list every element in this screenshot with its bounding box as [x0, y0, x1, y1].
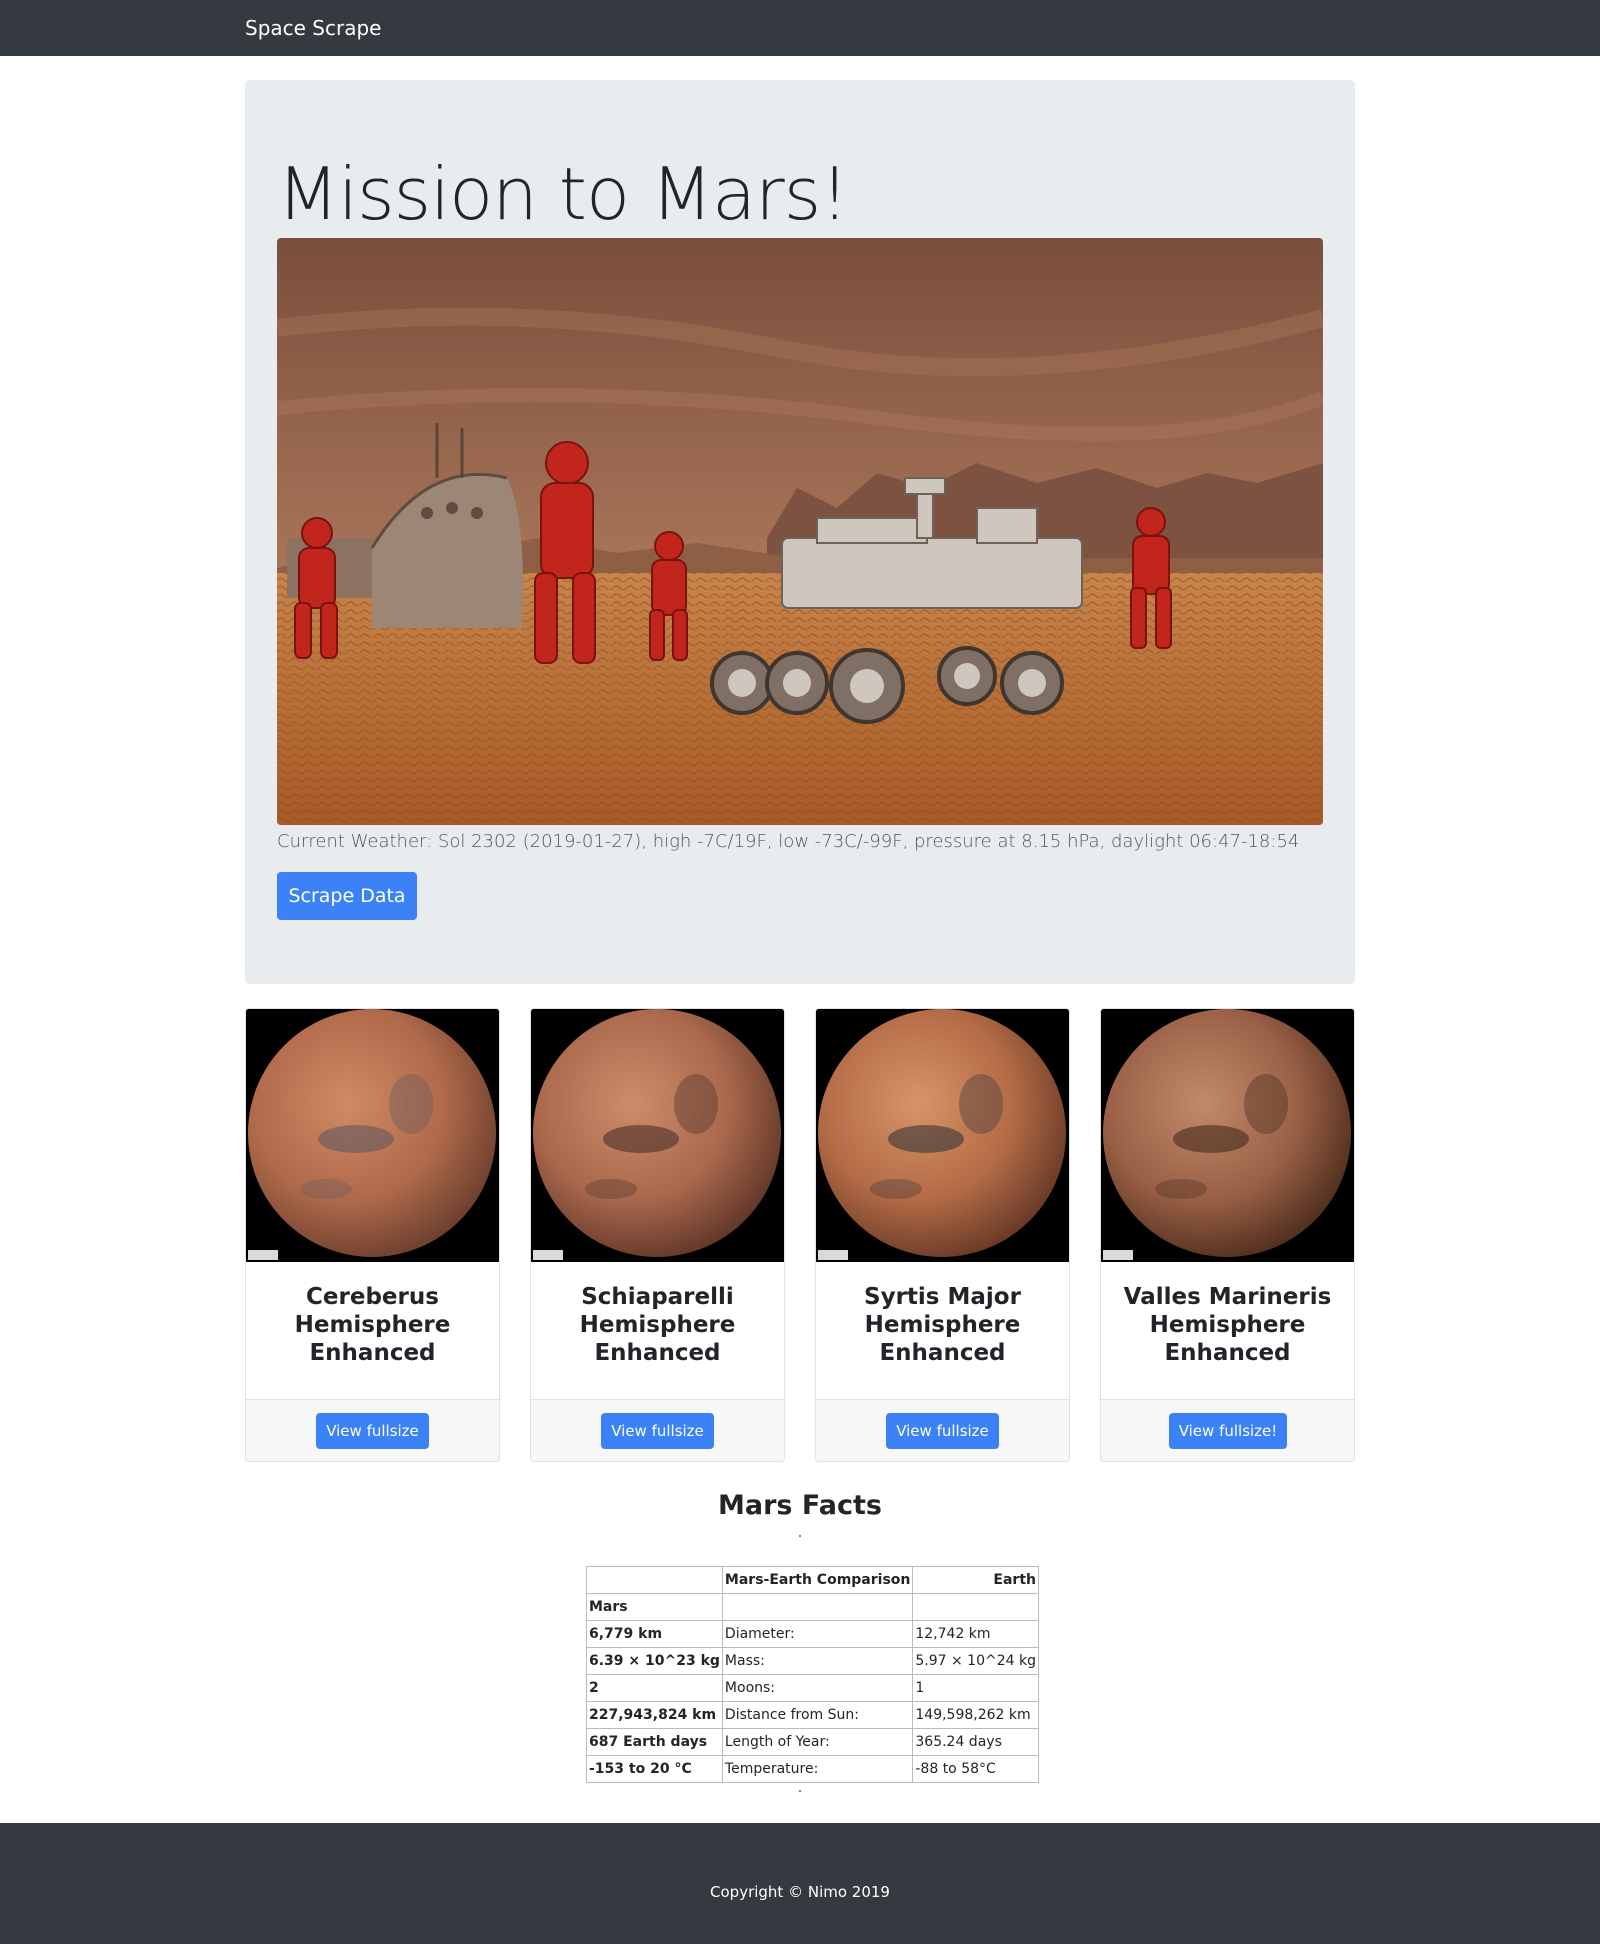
table-cell	[721, 1593, 914, 1621]
view-fullsize-button[interactable]: View fullsize	[316, 1413, 429, 1449]
scrape-data-button[interactable]: Scrape Data	[277, 872, 417, 920]
table-row: 227,943,824 km Distance from Sun: 149,59…	[586, 1701, 1039, 1729]
featured-image	[277, 238, 1323, 825]
table-header-cell: Mars-Earth Comparison	[721, 1566, 914, 1594]
table-row: 6.39 × 10^23 kg Mass: 5.97 × 10^24 kg	[586, 1647, 1039, 1675]
page-footer: Copyright © Nimo 2019	[0, 1823, 1600, 1944]
table-cell: 1	[912, 1674, 1039, 1702]
table-cell: Length of Year:	[721, 1728, 914, 1756]
table-cell: 2	[586, 1674, 723, 1702]
table-row: -153 to 20 °C Temperature: -88 to 58°C	[586, 1755, 1039, 1783]
hemisphere-image[interactable]	[1101, 1009, 1354, 1262]
hemisphere-title: Schiaparelli Hemisphere Enhanced	[579, 1284, 736, 1366]
jumbotron: Mission to Mars! Current Weather: Sol 23…	[245, 80, 1355, 984]
card-footer: View fullsize	[816, 1399, 1069, 1461]
view-fullsize-button[interactable]: View fullsize	[601, 1413, 714, 1449]
table-row: 6,779 km Diameter: 12,742 km	[586, 1620, 1039, 1648]
card-footer: View fullsize!	[1101, 1399, 1354, 1461]
table-cell	[912, 1593, 1039, 1621]
table-cell: Distance from Sun:	[721, 1701, 914, 1729]
mars-scene-illustration	[277, 238, 1323, 825]
mars-weather-text: Current Weather: Sol 2302 (2019-01-27), …	[277, 831, 1300, 852]
table-row: 2 Moons: 1	[586, 1674, 1039, 1702]
table-row: 687 Earth days Length of Year: 365.24 da…	[586, 1728, 1039, 1756]
view-fullsize-button[interactable]: View fullsize!	[1169, 1413, 1287, 1449]
table-header-cell: Earth	[912, 1566, 1039, 1594]
table-cell: 365.24 days	[912, 1728, 1039, 1756]
hemisphere-card: Syrtis Major Hemisphere Enhanced View fu…	[815, 1008, 1070, 1462]
table-cell: -153 to 20 °C	[586, 1755, 723, 1783]
hemisphere-title: Syrtis Major Hemisphere Enhanced	[864, 1284, 1021, 1366]
card-footer: View fullsize	[531, 1399, 784, 1461]
hemisphere-card: Valles Marineris Hemisphere Enhanced Vie…	[1100, 1008, 1355, 1462]
mars-facts-table: Mars-Earth Comparison Earth Mars 6,779 k…	[586, 1566, 1039, 1783]
table-cell: Mars	[586, 1593, 723, 1621]
table-cell: 6.39 × 10^23 kg	[586, 1647, 723, 1675]
table-header-row: Mars-Earth Comparison Earth	[586, 1566, 1039, 1594]
table-cell: 149,598,262 km	[912, 1701, 1039, 1729]
page-title: Mission to Mars!	[277, 152, 849, 236]
hemisphere-card: Schiaparelli Hemisphere Enhanced View fu…	[530, 1008, 785, 1462]
divider-dot	[799, 1790, 801, 1792]
table-cell: 227,943,824 km	[586, 1701, 723, 1729]
table-cell: Mass:	[721, 1647, 914, 1675]
card-footer: View fullsize	[246, 1399, 499, 1461]
table-cell: 5.97 × 10^24 kg	[912, 1647, 1039, 1675]
hemisphere-title: Cereberus Hemisphere Enhanced	[294, 1284, 451, 1366]
table-cell: Moons:	[721, 1674, 914, 1702]
table-cell: 12,742 km	[912, 1620, 1039, 1648]
hemisphere-image[interactable]	[246, 1009, 499, 1262]
copyright-text: Copyright © Nimo 2019	[710, 1883, 890, 1901]
table-cell: Diameter:	[721, 1620, 914, 1648]
hemisphere-card: Cereberus Hemisphere Enhanced View fulls…	[245, 1008, 500, 1462]
hemisphere-title: Valles Marineris Hemisphere Enhanced	[1123, 1284, 1332, 1366]
divider-dot	[799, 1535, 801, 1537]
table-header-cell	[586, 1566, 723, 1594]
hemisphere-image[interactable]	[816, 1009, 1069, 1262]
navbar: Space Scrape	[0, 0, 1600, 56]
mars-facts-title: Mars Facts	[718, 1490, 882, 1521]
table-cell: 6,779 km	[586, 1620, 723, 1648]
table-row: Mars	[586, 1593, 1039, 1621]
hemisphere-image[interactable]	[531, 1009, 784, 1262]
brand-link[interactable]: Space Scrape	[245, 16, 381, 40]
view-fullsize-button[interactable]: View fullsize	[886, 1413, 999, 1449]
table-cell: 687 Earth days	[586, 1728, 723, 1756]
table-cell: Temperature:	[721, 1755, 914, 1783]
table-cell: -88 to 58°C	[912, 1755, 1039, 1783]
